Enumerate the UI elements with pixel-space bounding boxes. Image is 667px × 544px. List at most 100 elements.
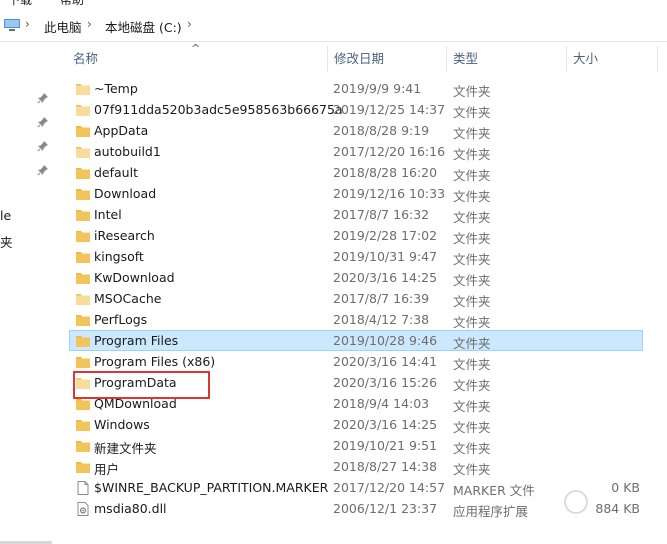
- file-name: Download: [94, 186, 157, 201]
- breadcrumb-separator[interactable]: ›: [187, 17, 192, 31]
- file-type: 文件夹: [453, 315, 491, 330]
- folder-icon: [76, 231, 90, 242]
- file-date-modified: 2020/3/16 14:25: [333, 270, 438, 285]
- file-date-modified: 2017/12/20 16:16: [333, 144, 446, 159]
- column-header-date[interactable]: 修改日期: [334, 46, 384, 72]
- file-type: 文件夹: [453, 357, 491, 372]
- column-divider[interactable]: [327, 46, 328, 72]
- file-row[interactable]: autobuild1 2017/12/20 16:16 文件夹: [69, 141, 643, 162]
- file-date-modified: 2018/8/27 14:38: [333, 459, 438, 474]
- folder-icon: [76, 126, 90, 137]
- this-pc-icon: [4, 19, 20, 31]
- ribbon-tab-fragment[interactable]: 帮助: [60, 0, 84, 8]
- folder-light-icon: [76, 105, 90, 116]
- file-row[interactable]: AppData 2018/8/28 9:19 文件夹: [69, 120, 643, 141]
- column-divider[interactable]: [446, 46, 447, 72]
- ribbon-tab-fragment[interactable]: 下载: [8, 0, 32, 8]
- annotation-highlight-box: [73, 371, 210, 399]
- file-name: msdia80.dll: [94, 501, 167, 516]
- file-row[interactable]: kingsoft 2019/10/31 9:47 文件夹: [69, 246, 643, 267]
- folder-icon: [76, 189, 90, 200]
- breadcrumb-separator[interactable]: ›: [25, 17, 30, 31]
- file-type: 文件夹: [453, 168, 491, 183]
- file-name: default: [94, 165, 138, 180]
- column-divider[interactable]: [657, 46, 658, 72]
- file-date-modified: 2020/3/16 14:41: [333, 354, 438, 369]
- file-type: 文件夹: [453, 84, 491, 99]
- folder-icon: [76, 441, 90, 452]
- file-name: 新建文件夹: [94, 441, 157, 456]
- pin-icon[interactable]: [37, 92, 49, 104]
- folder-icon: [76, 420, 90, 431]
- file-type: 文件夹: [453, 105, 491, 120]
- breadcrumb-local-disk[interactable]: 本地磁盘 (C:): [105, 17, 182, 36]
- folder-icon: [76, 357, 90, 368]
- file-icon: [77, 481, 89, 495]
- file-date-modified: 2019/12/25 14:37: [333, 102, 446, 117]
- file-type: 文件夹: [453, 462, 491, 477]
- nav-item-fragment[interactable]: le: [0, 208, 11, 223]
- file-row[interactable]: MSOCache 2017/8/7 16:39 文件夹: [69, 288, 643, 309]
- file-date-modified: 2006/12/1 23:37: [333, 501, 438, 516]
- file-type: 文件夹: [453, 252, 491, 267]
- file-name: Intel: [94, 207, 122, 222]
- folder-icon: [76, 252, 90, 263]
- file-row[interactable]: 07f911dda520b3adc5e958563b66675a 2019/12/…: [69, 99, 643, 120]
- file-date-modified: 2018/4/12 7:38: [333, 312, 430, 327]
- file-type: 文件夹: [453, 273, 491, 288]
- file-name: MSOCache: [94, 291, 162, 306]
- file-row[interactable]: iResearch 2019/2/28 17:02 文件夹: [69, 225, 643, 246]
- nav-item-fragment[interactable]: 夹: [0, 232, 13, 251]
- column-divider[interactable]: [566, 46, 567, 72]
- file-row[interactable]: msdia80.dll 2006/12/1 23:37 应用程序扩展 884 KB: [69, 498, 643, 519]
- file-row[interactable]: KwDownload 2020/3/16 14:25 文件夹: [69, 267, 643, 288]
- file-name: iResearch: [94, 228, 155, 243]
- file-date-modified: 2018/9/4 14:03: [333, 396, 430, 411]
- address-bar[interactable]: › 此电脑 › 本地磁盘 (C:) ›: [0, 9, 667, 42]
- folder-icon: [76, 399, 90, 410]
- file-type: 文件夹: [453, 126, 491, 141]
- file-row[interactable]: $WINRE_BACKUP_PARTITION.MARKER 2017/12/20…: [69, 477, 643, 498]
- watermark-logo-icon: [564, 490, 588, 514]
- file-type: 文件夹: [453, 189, 491, 204]
- file-date-modified: 2018/8/28 16:20: [333, 165, 438, 180]
- file-name: 07f911dda520b3adc5e958563b66675a: [94, 102, 343, 117]
- folder-light-icon: [76, 294, 90, 305]
- file-row[interactable]: 新建文件夹 2019/10/21 9:51 文件夹: [69, 435, 643, 456]
- file-name: PerfLogs: [94, 312, 148, 327]
- file-row[interactable]: Intel 2017/8/7 16:32 文件夹: [69, 204, 643, 225]
- folder-icon: [76, 462, 90, 473]
- pin-icon[interactable]: [37, 140, 49, 152]
- pin-icon[interactable]: [37, 116, 49, 128]
- breadcrumb-separator[interactable]: ›: [87, 17, 92, 31]
- file-row[interactable]: ~Temp 2019/9/9 9:41 文件夹: [69, 78, 643, 99]
- file-type: 文件夹: [453, 231, 491, 246]
- file-name: KwDownload: [94, 270, 175, 285]
- file-type: 文件夹: [453, 294, 491, 309]
- file-row[interactable]: default 2018/8/28 16:20 文件夹: [69, 162, 643, 183]
- file-row[interactable]: Download 2019/12/16 10:33 文件夹: [69, 183, 643, 204]
- file-date-modified: 2017/8/7 16:39: [333, 291, 430, 306]
- file-name: 用户: [94, 462, 120, 477]
- file-row[interactable]: Program Files (x86) 2020/3/16 14:41 文件夹: [69, 351, 643, 372]
- file-name: AppData: [94, 123, 149, 138]
- file-name: Windows: [94, 417, 150, 432]
- watermark: [564, 488, 664, 518]
- file-name: ~Temp: [94, 81, 138, 96]
- navigation-pane: le 夹: [0, 42, 56, 544]
- file-row[interactable]: Windows 2020/3/16 14:25 文件夹: [69, 414, 643, 435]
- breadcrumb-this-pc[interactable]: 此电脑: [44, 17, 82, 36]
- column-header-type[interactable]: 类型: [453, 46, 478, 72]
- column-header-size[interactable]: 大小: [573, 46, 598, 72]
- file-name: Program Files (x86): [94, 354, 216, 369]
- file-type: 文件夹: [453, 147, 491, 162]
- file-row[interactable]: Program Files 2019/10/28 9:46 文件夹: [69, 330, 643, 351]
- pin-icon[interactable]: [37, 164, 49, 176]
- folder-icon: [76, 336, 90, 347]
- file-date-modified: 2017/8/7 16:32: [333, 207, 430, 222]
- file-row[interactable]: PerfLogs 2018/4/12 7:38 文件夹: [69, 309, 643, 330]
- file-row[interactable]: 用户 2018/8/27 14:38 文件夹: [69, 456, 643, 477]
- file-type: 文件夹: [453, 336, 491, 351]
- column-header-name[interactable]: 名称: [73, 46, 98, 72]
- file-date-modified: 2019/2/28 17:02: [333, 228, 438, 243]
